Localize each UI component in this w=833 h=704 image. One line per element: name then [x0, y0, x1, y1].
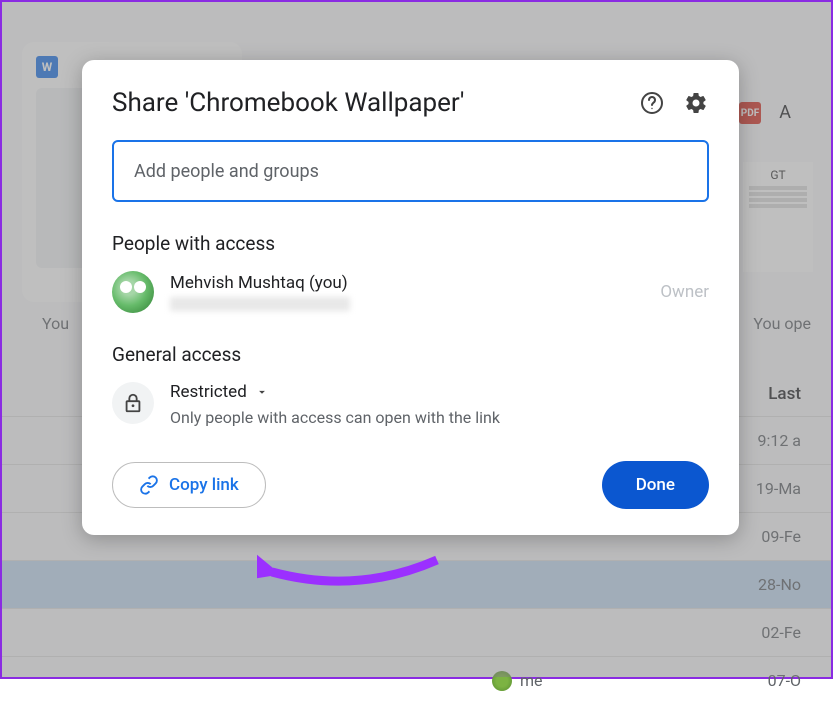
dialog-title: Share 'Chromebook Wallpaper': [112, 88, 464, 118]
add-people-input[interactable]: [112, 140, 709, 202]
access-mode-label: Restricted: [170, 382, 247, 402]
person-row: Mehvish Mushtaq (you) Owner: [112, 271, 709, 313]
lock-icon: [112, 382, 154, 424]
people-section-title: People with access: [112, 232, 709, 255]
gear-icon[interactable]: [683, 90, 709, 116]
share-dialog: Share 'Chromebook Wallpaper' People with…: [82, 60, 739, 535]
copy-link-button[interactable]: Copy link: [112, 462, 266, 508]
chevron-down-icon: [255, 385, 269, 399]
person-role: Owner: [660, 282, 709, 302]
general-access-title: General access: [112, 343, 709, 366]
help-icon[interactable]: [639, 90, 665, 116]
person-name: Mehvish Mushtaq (you): [170, 273, 644, 293]
copy-link-label: Copy link: [169, 475, 239, 495]
access-description: Only people with access can open with th…: [170, 408, 709, 427]
person-email-blurred: [170, 297, 350, 311]
link-icon: [139, 475, 159, 495]
avatar: [112, 271, 154, 313]
access-mode-selector[interactable]: Restricted: [170, 382, 709, 402]
done-button[interactable]: Done: [602, 461, 709, 509]
